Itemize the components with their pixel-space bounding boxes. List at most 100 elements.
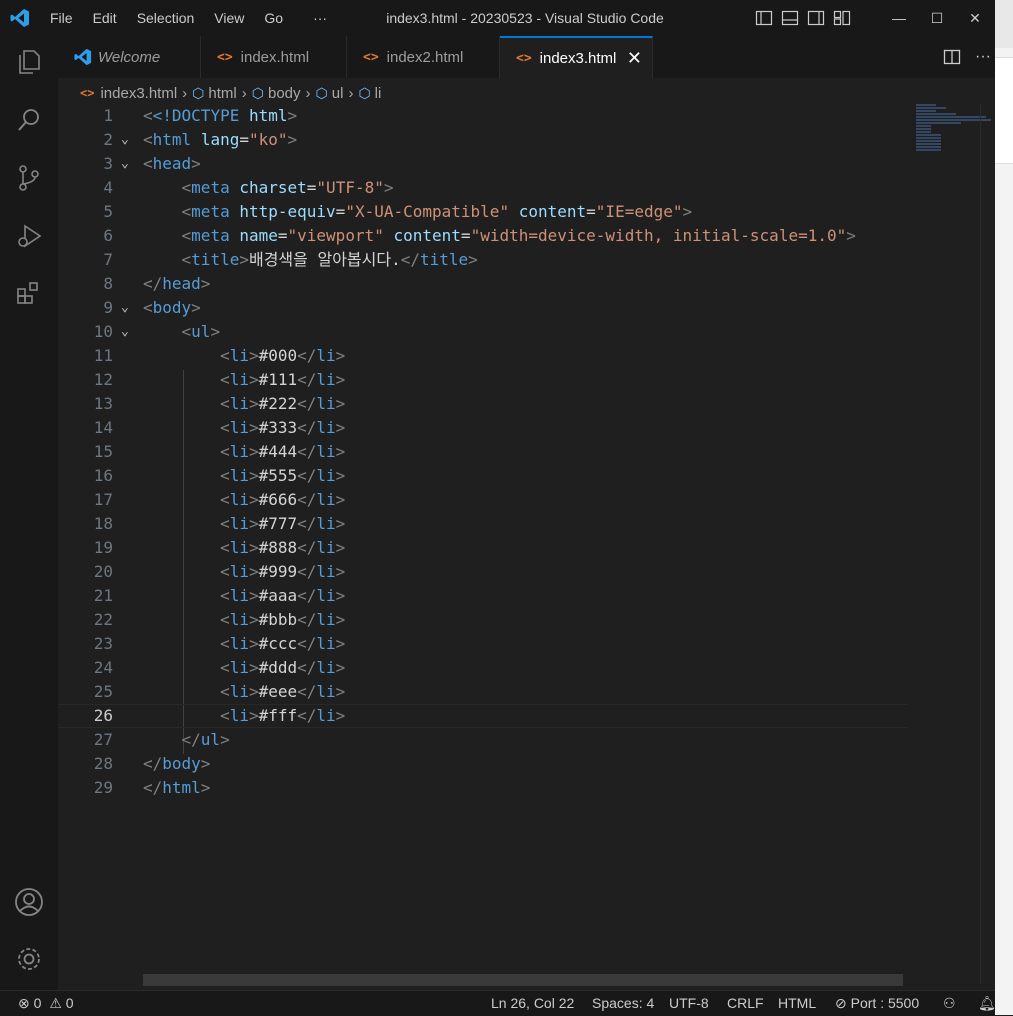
indentation-setting[interactable]: Spaces: 4 (592, 991, 654, 1016)
code-line: 21 <li>#aaa</li> (58, 584, 908, 608)
layout-controls (755, 9, 851, 27)
code-line: 22 <li>#bbb</li> (58, 608, 908, 632)
line-number: 9 (103, 298, 113, 317)
menu-edit[interactable]: Edit (83, 10, 127, 26)
toggle-secondary-sidebar-icon[interactable] (807, 9, 825, 27)
line-text: <li>#ddd</li> (220, 658, 346, 677)
code-line: 28 </body> (58, 752, 908, 776)
horizontal-scrollbar[interactable] (143, 974, 903, 986)
code-lines[interactable]: 1 <<!DOCTYPE html> 2 ⌄ <html lang="ko"> 3 ⌄ <… (58, 104, 908, 800)
language-mode[interactable]: HTML (778, 991, 816, 1016)
feedback-icon[interactable]: ⚇ (943, 991, 956, 1016)
chevron-right-icon: › (305, 84, 311, 102)
line-text: <meta name="viewport" content="width=dev… (181, 226, 856, 245)
cursor-position[interactable]: Ln 26, Col 22 (491, 991, 574, 1016)
problems-indicator[interactable]: ⊗ 0 ⚠ 0 (18, 991, 74, 1016)
extensions-icon[interactable] (13, 278, 45, 310)
eol-setting[interactable]: CRLF (727, 991, 764, 1016)
live-server-port[interactable]: ⊘ Port : 5500 (835, 991, 919, 1016)
fold-chevron-icon[interactable]: ⌄ (121, 152, 135, 176)
minimize-button[interactable]: — (880, 10, 918, 27)
breadcrumb-body[interactable]: body (268, 85, 301, 102)
breadcrumb-file[interactable]: index3.html (100, 85, 177, 102)
tab-welcome[interactable]: Welcome (58, 36, 201, 78)
run-and-debug-icon[interactable] (13, 220, 45, 252)
code-line: 16 <li>#555</li> (58, 464, 908, 488)
encoding-setting[interactable]: UTF-8 (669, 991, 709, 1016)
manage-gear-icon[interactable] (13, 943, 45, 975)
line-text: <ul> (181, 322, 221, 341)
line-number: 28 (93, 754, 113, 773)
code-line: 26 <li>#fff</li> (58, 704, 908, 728)
line-number: 3 (103, 154, 113, 173)
vscode-tab-icon (74, 48, 92, 66)
fold-chevron-icon[interactable]: ⌄ (121, 320, 135, 344)
line-number: 18 (93, 514, 113, 533)
code-line: 6 <meta name="viewport" content="width=d… (58, 224, 908, 248)
html-file-icon: <> (516, 50, 532, 66)
customize-layout-icon[interactable] (833, 9, 851, 27)
menu-view[interactable]: View (204, 10, 254, 26)
tab-index3-html[interactable]: <> index3.html ✕ (500, 36, 653, 78)
line-number: 15 (93, 442, 113, 461)
toggle-primary-sidebar-icon[interactable] (755, 9, 773, 27)
code-line: 10 ⌄ <ul> (58, 320, 908, 344)
split-editor-icon[interactable] (943, 48, 961, 66)
breadcrumb-ul[interactable]: ul (332, 85, 344, 102)
fold-chevron-icon[interactable]: ⌄ (121, 128, 135, 152)
line-number: 13 (93, 394, 113, 413)
breadcrumb-li[interactable]: li (375, 85, 382, 102)
code-line: 5 <meta http-equiv="X-UA-Compatible" con… (58, 200, 908, 224)
line-text: <meta http-equiv="X-UA-Compatible" conte… (181, 202, 693, 221)
menu-file[interactable]: File (40, 10, 83, 26)
tab-index-html[interactable]: <> index.html (201, 36, 347, 78)
line-text: <html lang="ko"> (143, 130, 298, 149)
line-text: <li>#777</li> (220, 514, 346, 533)
search-icon[interactable] (13, 104, 45, 136)
window-controls: — ☐ ✕ (880, 10, 994, 27)
code-line: 18 <li>#777</li> (58, 512, 908, 536)
maximize-button[interactable]: ☐ (918, 10, 956, 27)
close-window-button[interactable]: ✕ (956, 10, 994, 27)
vscode-logo-icon (0, 0, 40, 36)
error-count: 0 (33, 995, 42, 1011)
line-text: <li>#999</li> (220, 562, 346, 581)
line-text: <li>#222</li> (220, 394, 346, 413)
element-cube-icon: ⬡ (315, 84, 328, 101)
fold-chevron-icon[interactable]: ⌄ (121, 296, 135, 320)
background-window-edge (995, 0, 1013, 1015)
breadcrumb: <> index3.html › ⬡ html › ⬡ body › ⬡ ul … (80, 82, 381, 104)
menu-go[interactable]: Go (254, 10, 293, 26)
vertical-scrollbar[interactable] (980, 104, 981, 984)
menu-bar: File Edit Selection View Go ··· (40, 10, 337, 26)
editor-area[interactable]: <> index3.html › ⬡ html › ⬡ body › ⬡ ul … (58, 78, 995, 990)
tab-close-icon[interactable]: ✕ (627, 48, 642, 69)
line-text: <<!DOCTYPE html> (143, 106, 298, 125)
more-actions-icon[interactable]: ··· (975, 48, 991, 66)
source-control-icon[interactable] (13, 162, 45, 194)
line-number: 24 (93, 658, 113, 677)
explorer-icon[interactable] (13, 46, 45, 78)
tab-label: index.html (240, 48, 310, 66)
line-text: <head> (143, 154, 201, 173)
toggle-panel-icon[interactable] (781, 9, 799, 27)
breadcrumb-html[interactable]: html (208, 85, 236, 102)
line-text: <li>#888</li> (220, 538, 346, 557)
editor-actions: ··· (943, 36, 991, 78)
code-line: 4 <meta charset="UTF-8"> (58, 176, 908, 200)
code-line: 25 <li>#eee</li> (58, 680, 908, 704)
line-number: 8 (103, 274, 113, 293)
line-text: <li>#333</li> (220, 418, 346, 437)
code-line: 17 <li>#666</li> (58, 488, 908, 512)
notifications-bell-icon[interactable]: 🔔︎ (978, 991, 996, 1016)
line-text: <body> (143, 298, 201, 317)
code-line: 20 <li>#999</li> (58, 560, 908, 584)
accounts-icon[interactable] (13, 886, 45, 918)
tab-index2-html[interactable]: <> index2.html (347, 36, 500, 78)
menu-selection[interactable]: Selection (127, 10, 205, 26)
minimap[interactable] (916, 104, 996, 174)
line-text: <li>#aaa</li> (220, 586, 346, 605)
line-number: 14 (93, 418, 113, 437)
code-line: 9 ⌄ <body> (58, 296, 908, 320)
editor-tabs: Welcome <> index.html <> index2.html <> … (58, 36, 995, 79)
